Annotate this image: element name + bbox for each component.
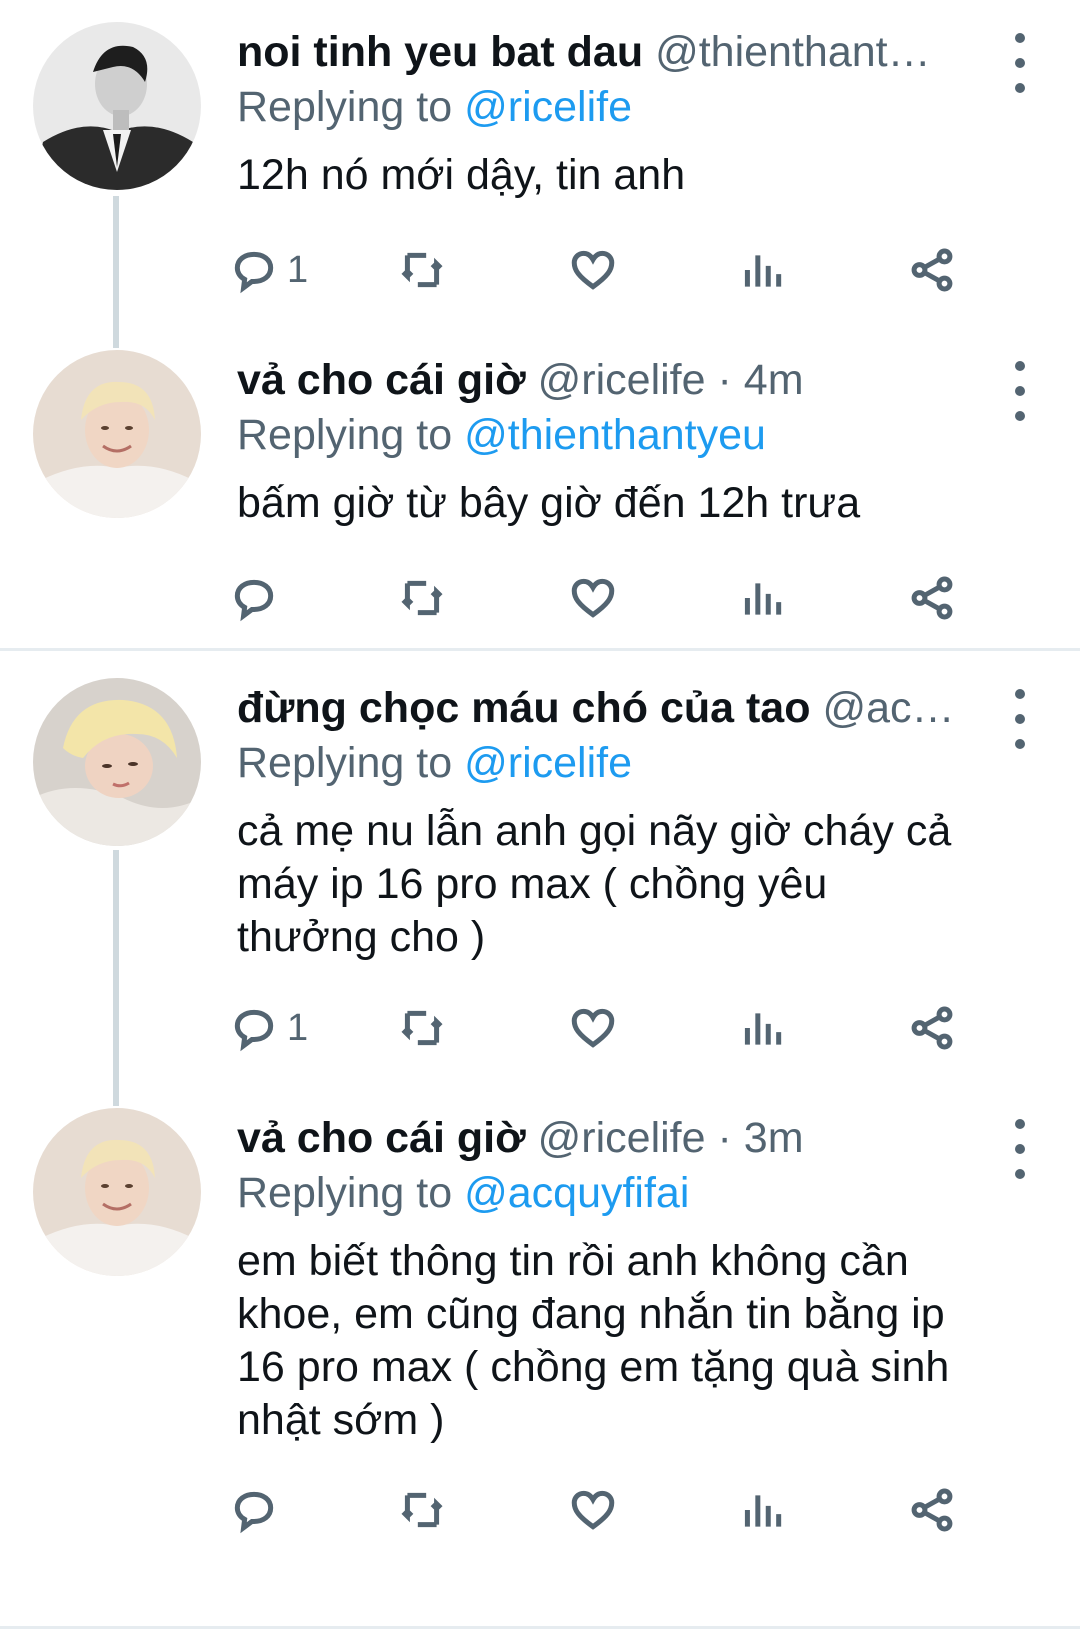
tweet-text: cả mẹ nu lẫn anh gọi nãy giờ cháy cả máy…: [237, 807, 952, 961]
like-button[interactable]: [568, 570, 618, 626]
replying-to-mention[interactable]: @thienthantyeu: [464, 411, 766, 459]
replying-to-label: Replying to: [237, 83, 453, 131]
share-button[interactable]: [907, 1482, 957, 1538]
share-button[interactable]: [907, 1000, 957, 1056]
avatar-blonde-smile-image: [33, 350, 201, 518]
replying-to-line: Replying to @ricelife: [237, 79, 1020, 135]
tweet-actions: 1: [234, 1000, 997, 1056]
avatar[interactable]: [33, 678, 201, 846]
like-button[interactable]: [568, 1482, 618, 1538]
share-icon: [911, 576, 953, 620]
retweet-icon: [401, 580, 443, 616]
timestamp[interactable]: 4m: [744, 356, 804, 404]
tweet-actions: [234, 1482, 997, 1538]
conversation-divider: [0, 1626, 1080, 1629]
like-icon: [571, 1008, 615, 1048]
views-icon: [744, 583, 782, 615]
display-name[interactable]: noi tinh yeu bat dau: [237, 28, 643, 76]
avatar[interactable]: [33, 22, 201, 190]
display-name[interactable]: đừng chọc máu chó của tao: [237, 684, 811, 732]
separator-dot: ·: [717, 356, 732, 404]
reply-button[interactable]: 1: [229, 242, 308, 298]
tweet-header: noi tinh yeu bat dau @thienthant…: [237, 25, 957, 79]
views-button[interactable]: [737, 1000, 787, 1056]
retweet-icon: [401, 1492, 443, 1528]
user-handle[interactable]: @thienthant…: [655, 28, 931, 76]
tweet-actions: [234, 570, 997, 626]
tweet-text: 12h nó mới dậy, tin anh: [237, 151, 686, 199]
tweet-content: noi tinh yeu bat dau @thienthant… Replyi…: [237, 25, 1020, 202]
reply-button[interactable]: [229, 1482, 279, 1538]
retweet-button[interactable]: [397, 1482, 447, 1538]
share-icon: [911, 248, 953, 292]
reply-count: 1: [287, 1006, 309, 1049]
like-icon: [571, 1490, 615, 1530]
tweet-header: đừng chọc máu chó của tao @ac…: [237, 681, 957, 735]
separator-dot: ·: [717, 1114, 732, 1162]
reply-icon: [234, 579, 274, 622]
tweet-header: vả cho cái giờ @ricelife · 4m: [237, 353, 957, 407]
views-button[interactable]: [737, 1482, 787, 1538]
views-icon: [744, 1013, 782, 1045]
thread-connector-line: [113, 196, 119, 348]
reply-icon: [234, 1491, 274, 1534]
replying-to-line: Replying to @acquyfifai: [237, 1165, 1020, 1221]
retweet-button[interactable]: [397, 570, 447, 626]
replying-to-mention[interactable]: @ricelife: [464, 83, 632, 131]
avatar-blonde-lying-image: [33, 678, 201, 846]
like-icon: [571, 250, 615, 290]
views-button[interactable]: [737, 242, 787, 298]
views-icon: [744, 255, 782, 287]
reply-button[interactable]: 1: [229, 1000, 308, 1056]
reply-icon: [234, 1009, 274, 1052]
user-handle[interactable]: @ricelife: [538, 356, 706, 404]
replying-to-mention[interactable]: @ricelife: [464, 739, 632, 787]
views-button[interactable]: [737, 570, 787, 626]
conversation-divider: [0, 648, 1080, 651]
avatar[interactable]: [33, 350, 201, 518]
user-handle[interactable]: @ricelife: [538, 1114, 706, 1162]
share-icon: [911, 1488, 953, 1532]
share-button[interactable]: [907, 242, 957, 298]
tweet-content: đừng chọc máu chó của tao @ac… Replying …: [237, 681, 1020, 964]
display-name[interactable]: vả cho cái giờ: [237, 356, 526, 404]
reply-icon: [234, 251, 274, 294]
retweet-icon: [401, 1010, 443, 1046]
like-button[interactable]: [568, 242, 618, 298]
tweet-header: vả cho cái giờ @ricelife · 3m: [237, 1111, 957, 1165]
thread-connector-line: [113, 850, 119, 1106]
retweet-button[interactable]: [397, 1000, 447, 1056]
avatar-dark-suit-image: [33, 22, 201, 190]
retweet-icon: [401, 252, 443, 288]
avatar-blonde-smile-image: [33, 1108, 201, 1276]
replying-to-label: Replying to: [237, 739, 453, 787]
tweet-text: bấm giờ từ bây giờ đến 12h trưa: [237, 479, 861, 527]
avatar[interactable]: [33, 1108, 201, 1276]
display-name[interactable]: vả cho cái giờ: [237, 1114, 526, 1162]
views-icon: [744, 1495, 782, 1527]
retweet-button[interactable]: [397, 242, 447, 298]
reply-button[interactable]: [229, 570, 279, 626]
replying-to-label: Replying to: [237, 411, 453, 459]
replying-to-label: Replying to: [237, 1169, 453, 1217]
reply-count: 1: [287, 248, 309, 291]
like-button[interactable]: [568, 1000, 618, 1056]
share-icon: [911, 1006, 953, 1050]
tweet-text: em biết thông tin rồi anh không cần khoe…: [237, 1237, 950, 1444]
share-button[interactable]: [907, 570, 957, 626]
replying-to-line: Replying to @thienthantyeu: [237, 407, 1020, 463]
like-icon: [571, 578, 615, 618]
replying-to-line: Replying to @ricelife: [237, 735, 1020, 791]
replying-to-mention[interactable]: @acquyfifai: [464, 1169, 689, 1217]
tweet-content: vả cho cái giờ @ricelife · 4m Replying t…: [237, 353, 1020, 530]
tweet-content: vả cho cái giờ @ricelife · 3m Replying t…: [237, 1111, 1020, 1447]
user-handle[interactable]: @ac…: [822, 684, 954, 732]
tweet-actions: 1: [234, 242, 997, 298]
timestamp[interactable]: 3m: [744, 1114, 804, 1162]
